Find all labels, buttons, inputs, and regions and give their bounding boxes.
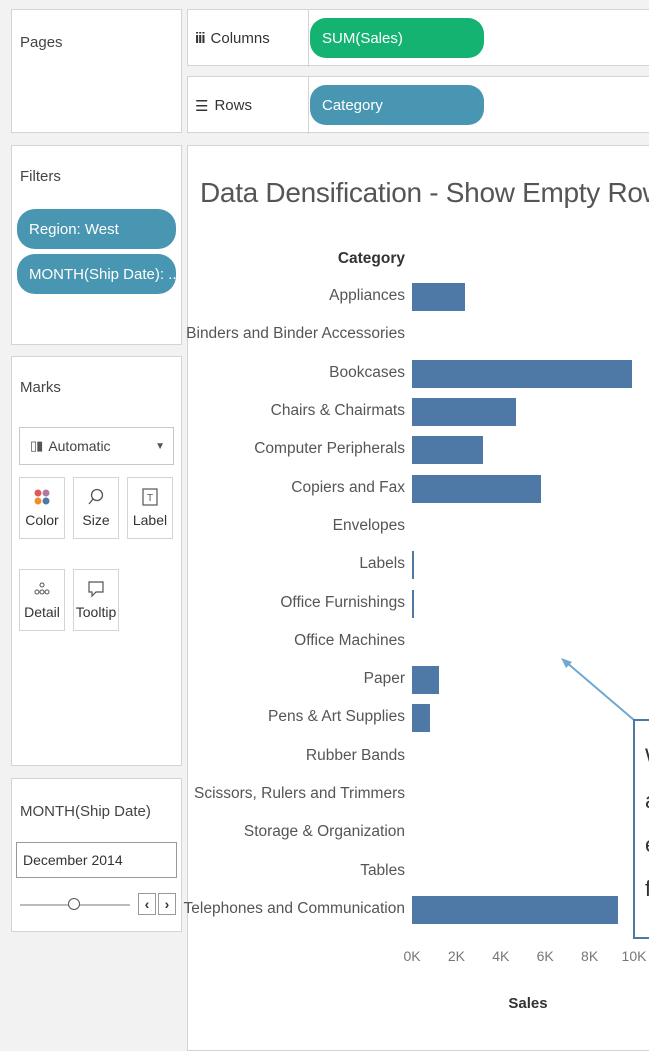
annotation-line-1: W <box>645 735 649 779</box>
annotation-box: W a e f <box>633 719 649 939</box>
annotation-line-2: a <box>645 779 649 823</box>
annotation-line-3: e <box>645 823 649 867</box>
annotation-arrow <box>561 658 635 721</box>
annotation-line-4: f <box>645 876 649 901</box>
